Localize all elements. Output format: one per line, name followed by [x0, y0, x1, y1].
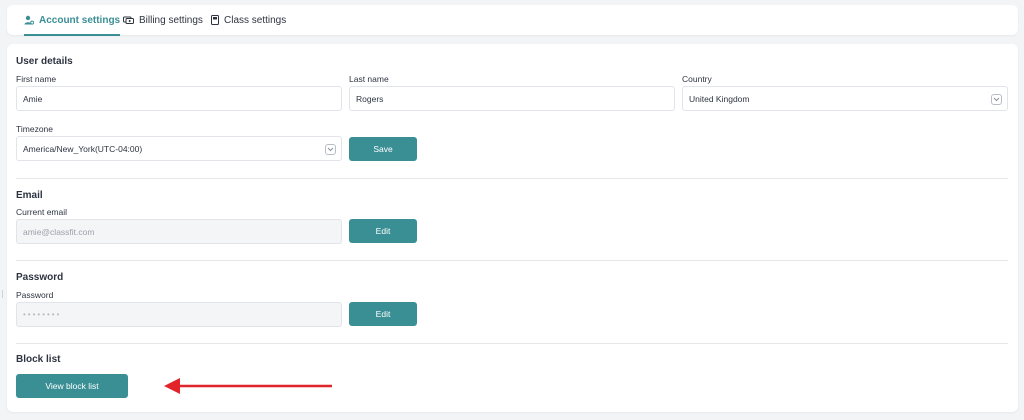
- first-name-label: First name: [16, 74, 57, 84]
- tab-billing-settings[interactable]: Billing settings: [123, 5, 203, 35]
- chevron-down-icon: [325, 144, 336, 155]
- edit-password-button[interactable]: Edit: [349, 302, 417, 326]
- tab-label: Account settings: [39, 14, 121, 26]
- last-name-label: Last name: [349, 74, 389, 84]
- section-divider: [16, 343, 1008, 344]
- country-value: United Kingdom: [689, 93, 750, 104]
- chevron-down-icon: [991, 94, 1002, 105]
- current-email-input: [16, 219, 342, 244]
- tab-account-settings[interactable]: Account settings: [24, 5, 121, 36]
- first-name-input[interactable]: [16, 86, 342, 111]
- section-divider: [16, 178, 1008, 179]
- book-icon: [211, 15, 219, 25]
- user-gear-icon: [24, 15, 34, 25]
- timezone-label: Timezone: [16, 124, 54, 134]
- current-email-label: Current email: [16, 207, 68, 217]
- password-mask: ••••••••: [23, 310, 62, 319]
- edge-handle: [0, 290, 3, 298]
- save-button[interactable]: Save: [349, 137, 417, 161]
- tab-label: Billing settings: [139, 14, 203, 26]
- password-title: Password: [16, 272, 64, 283]
- view-block-list-button[interactable]: View block list: [16, 374, 128, 398]
- settings-tabs-bar: Account settings Billing settings Class …: [7, 5, 1018, 36]
- edit-email-button[interactable]: Edit: [349, 219, 417, 243]
- timezone-select[interactable]: America/New_York(UTC-04:00): [16, 136, 342, 161]
- user-details-title: User details: [16, 56, 73, 67]
- last-name-input[interactable]: [349, 86, 675, 111]
- section-divider: [16, 260, 1008, 261]
- billing-icon: [123, 15, 134, 25]
- country-select[interactable]: United Kingdom: [682, 86, 1008, 111]
- email-title: Email: [16, 190, 43, 201]
- annotation-arrow-icon: [164, 378, 332, 394]
- password-input: ••••••••: [16, 302, 342, 327]
- country-label: Country: [682, 74, 712, 84]
- account-settings-panel: User details First name Last name Countr…: [7, 44, 1018, 412]
- tab-class-settings[interactable]: Class settings: [211, 5, 286, 35]
- block-list-title: Block list: [16, 354, 61, 365]
- tab-label: Class settings: [224, 14, 287, 26]
- password-label: Password: [16, 290, 54, 300]
- timezone-value: America/New_York(UTC-04:00): [23, 143, 143, 154]
